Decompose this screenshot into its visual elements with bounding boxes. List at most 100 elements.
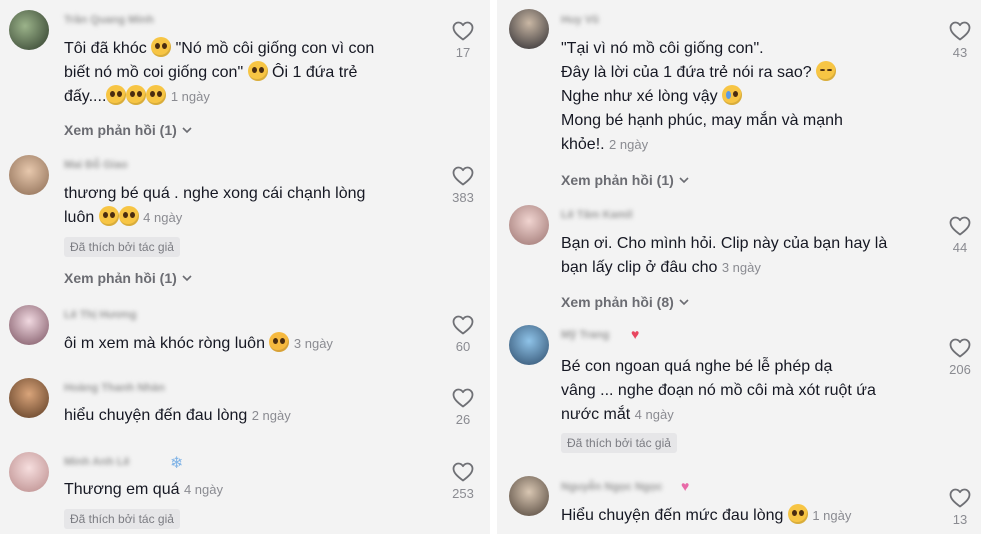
heart-outline-icon <box>451 386 475 410</box>
comment-username[interactable]: Trần Quang Minh <box>64 14 154 26</box>
comment-username[interactable]: Mỹ Trang <box>561 329 609 341</box>
comment-text-part: vâng ... nghe đoạn nó mồ côi mà xót ruột… <box>561 382 876 399</box>
chevron-down-icon <box>678 174 690 186</box>
comment-username[interactable]: Huy Vũ <box>561 14 599 26</box>
heart-outline-icon <box>948 214 972 238</box>
comment-text: Bạn ơi. Cho mình hỏi. Clip này của bạn h… <box>561 232 887 280</box>
comment-text-part: nước mắt <box>561 406 631 423</box>
like-count: 383 <box>452 190 474 205</box>
like-count: 206 <box>949 362 971 377</box>
heart-outline-icon <box>451 460 475 484</box>
like-button[interactable]: 44 <box>940 214 980 255</box>
like-button[interactable]: 206 <box>940 336 980 377</box>
comment-text-part: Mong bé hạnh phúc, may mắn và mạnh <box>561 112 843 129</box>
snowflake-icon: ❄ <box>170 455 184 472</box>
liked-by-creator-badge: Đã thích bởi tác giả <box>561 433 677 453</box>
comment-text-part: đấy.... <box>64 88 107 105</box>
comment-text-part: Nghe như xé lòng vậy <box>561 88 718 105</box>
comment-time: 4 ngày <box>183 482 223 497</box>
like-count: 60 <box>455 339 471 354</box>
heart-emoji-icon: ♥ <box>631 326 640 342</box>
avatar[interactable] <box>9 378 49 418</box>
like-button[interactable]: 383 <box>443 164 483 205</box>
comment-text-part: ôi m xem mà khóc ròng luôn <box>64 335 265 352</box>
comment-text: thương bé quá . nghe xong cái chạnh lòng… <box>64 182 365 230</box>
comment-time: 2 ngày <box>251 408 291 423</box>
comment-username[interactable]: Minh Anh Lê <box>64 456 130 468</box>
comment-username[interactable]: Lê Tâm Kamil <box>561 209 633 221</box>
comment-username[interactable]: Mai Đỗ Giao <box>64 159 128 171</box>
like-count: 44 <box>952 240 968 255</box>
view-replies-button[interactable]: Xem phản hồi (8) <box>561 294 690 310</box>
comment-text-part: luôn <box>64 209 95 226</box>
heart-outline-icon <box>948 486 972 510</box>
comments-panel-right: Huy Vũ "Tại vì nó mồ côi giống con". Đây… <box>497 0 981 534</box>
comment-text-part: hiểu chuyện đến đau lòng <box>64 407 248 424</box>
liked-by-creator-badge: Đã thích bởi tác giả <box>64 237 180 257</box>
like-button[interactable]: 13 <box>940 486 980 527</box>
tired-face-icon <box>269 332 290 352</box>
comment-time: 4 ngày <box>143 210 183 225</box>
comment-text-part: khỏe!. <box>561 136 605 153</box>
view-replies-button[interactable]: Xem phản hồi (1) <box>561 172 690 188</box>
comments-panel-left: Trần Quang Minh Tôi đã khóc "Nó mồ côi g… <box>0 0 490 534</box>
comment-time: 2 ngày <box>609 137 649 152</box>
like-button[interactable]: 43 <box>940 19 980 60</box>
heart-outline-icon <box>451 19 475 43</box>
comment-username[interactable]: Lê Thị Hương <box>64 309 137 321</box>
like-button[interactable]: 26 <box>443 386 483 427</box>
comment-username[interactable]: Hoàng Thanh Nhàn <box>64 382 165 394</box>
comment-time: 4 ngày <box>634 407 674 422</box>
comment-text: hiểu chuyện đến đau lòng 2 ngày <box>64 404 291 428</box>
avatar[interactable] <box>509 476 549 516</box>
pleading-face-icon <box>106 85 127 105</box>
like-button[interactable]: 60 <box>443 313 483 354</box>
comment-text-part: "Tại vì nó mồ côi giống con". <box>561 40 764 57</box>
comment-time: 3 ngày <box>293 336 333 351</box>
comment-text-part: Hiểu chuyện đến mức đau lòng <box>561 507 784 524</box>
like-count: 43 <box>952 45 968 60</box>
pleading-face-icon <box>247 61 268 81</box>
avatar[interactable] <box>509 325 549 365</box>
avatar[interactable] <box>9 452 49 492</box>
avatar[interactable] <box>509 9 549 49</box>
comment-text-part: Tôi đã khóc <box>64 40 147 57</box>
comment-text-part: bạn lấy clip ở đâu cho <box>561 259 718 276</box>
comment-text: Hiểu chuyện đến mức đau lòng 1 ngày <box>561 504 851 528</box>
comment-text-part: Đây là lời của 1 đứa trẻ nói ra sao? <box>561 64 812 81</box>
view-replies-button[interactable]: Xem phản hồi (1) <box>64 270 193 286</box>
heart-outline-icon <box>948 336 972 360</box>
comment-text-part: thương bé quá . nghe xong cái chạnh lòng <box>64 185 366 202</box>
pleading-face-icon <box>151 37 172 57</box>
comment-text-part: biết nó mồ coi giống con" <box>64 64 244 81</box>
pleading-face-icon <box>118 206 139 226</box>
comment-text-part: Bé con ngoan quá nghe bé lễ phép dạ <box>561 358 833 375</box>
comment-text-part: Ôi 1 đứa trẻ <box>272 64 358 81</box>
pleading-face-icon <box>146 85 167 105</box>
avatar[interactable] <box>9 155 49 195</box>
comment-text: Tôi đã khóc "Nó mồ côi giống con vì con … <box>64 37 374 109</box>
pleading-face-icon <box>98 206 119 226</box>
like-count: 253 <box>452 486 474 501</box>
avatar[interactable] <box>9 305 49 345</box>
like-button[interactable]: 253 <box>443 460 483 501</box>
chevron-down-icon <box>181 272 193 284</box>
heart-emoji-icon: ♥ <box>681 478 690 494</box>
pleading-face-icon <box>126 85 147 105</box>
liked-by-creator-badge: Đã thích bởi tác giả <box>64 509 180 529</box>
like-count: 13 <box>952 512 968 527</box>
comment-text: "Tại vì nó mồ côi giống con". Đây là lời… <box>561 37 843 157</box>
like-count: 26 <box>455 412 471 427</box>
comment-username[interactable]: Nguyễn Ngọc Ngọc <box>561 481 662 493</box>
comment-text-part: Bạn ơi. Cho mình hỏi. Clip này của bạn h… <box>561 235 888 252</box>
chevron-down-icon <box>678 296 690 308</box>
avatar[interactable] <box>9 10 49 50</box>
like-count: 17 <box>455 45 471 60</box>
avatar[interactable] <box>509 205 549 245</box>
comment-time: 1 ngày <box>812 508 852 523</box>
view-replies-button[interactable]: Xem phản hồi (1) <box>64 122 193 138</box>
comment-text: ôi m xem mà khóc ròng luôn 3 ngày <box>64 332 333 356</box>
comment-text: Bé con ngoan quá nghe bé lễ phép dạ vâng… <box>561 355 876 427</box>
like-button[interactable]: 17 <box>443 19 483 60</box>
heart-outline-icon <box>451 164 475 188</box>
